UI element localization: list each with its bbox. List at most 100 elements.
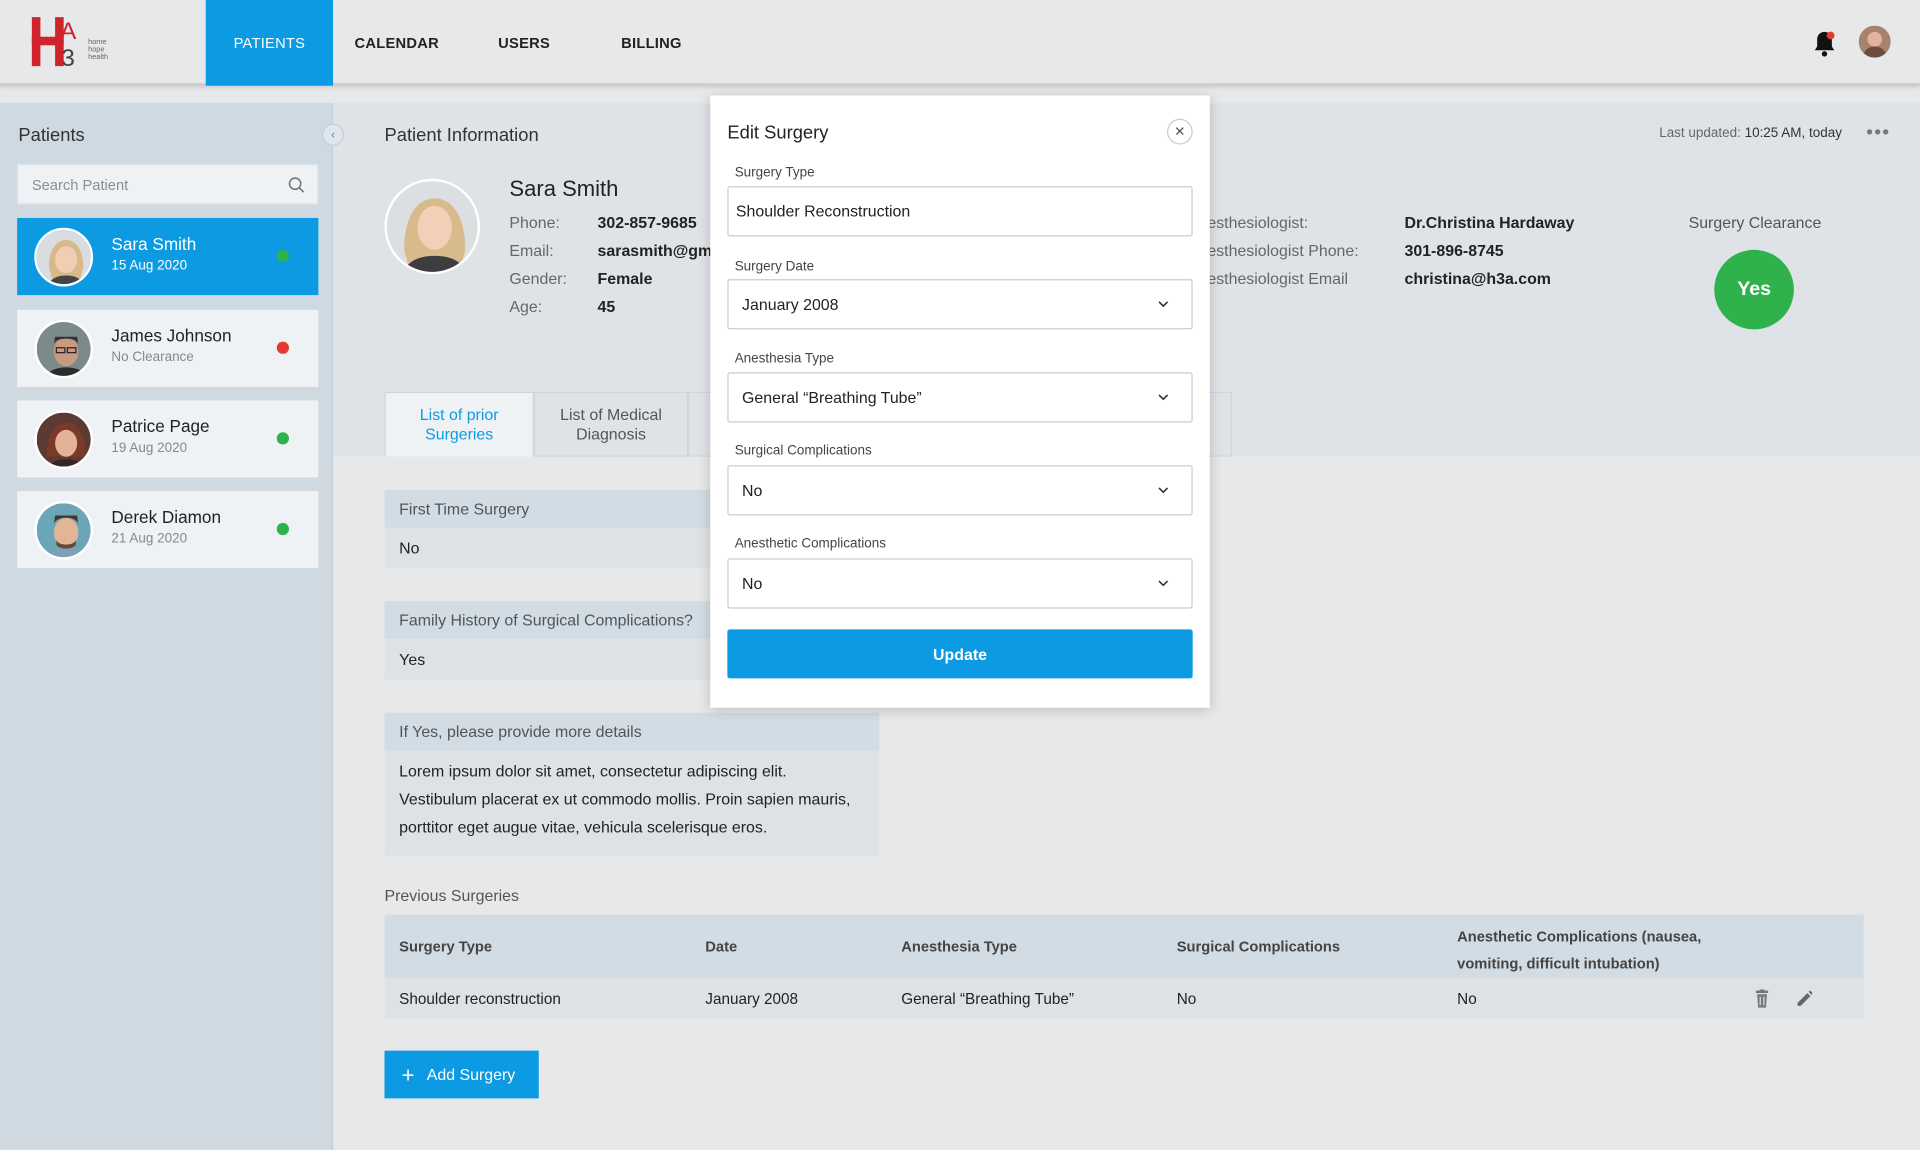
- anesthesiologist-value: Dr.Christina Hardaway: [1404, 213, 1575, 232]
- h3a-logo[interactable]: A 3 home hope health: [29, 12, 127, 72]
- anesthesiologist-phone-label: esthesiologist Phone:: [1207, 241, 1359, 260]
- phone-label: Phone:: [509, 213, 560, 232]
- surgery-type-label: Surgery Type: [734, 165, 815, 181]
- email-label: Email:: [509, 241, 554, 260]
- patient-date: 15 Aug 2020: [111, 258, 188, 274]
- cell-surgery-type: Shoulder reconstruction: [399, 990, 561, 1008]
- page-title: Patient Information: [384, 124, 539, 146]
- search-input[interactable]: Search Patient: [17, 164, 319, 205]
- cell-surgical-complications: No: [1176, 990, 1197, 1008]
- update-button[interactable]: Update: [727, 629, 1193, 679]
- surgery-clearance-badge: Yes: [1714, 249, 1794, 330]
- anesthetic-complications-select[interactable]: No: [727, 558, 1193, 609]
- surgery-date-value: January 2008: [742, 295, 839, 314]
- plus-icon: +: [401, 1062, 415, 1087]
- edit-surgery-modal: Edit Surgery ✕ Surgery Type Shoulder Rec…: [710, 95, 1210, 708]
- svg-text:A: A: [60, 18, 77, 45]
- anesthesia-type-select[interactable]: General “Breathing Tube”: [727, 372, 1193, 423]
- nav-users[interactable]: USERS: [460, 0, 587, 86]
- previous-surgeries-title: Previous Surgeries: [384, 886, 519, 905]
- chevron-down-icon: [1158, 301, 1169, 308]
- last-updated-label: Last updated:: [1659, 126, 1741, 141]
- chevron-down-icon: [1158, 580, 1169, 587]
- anesthesia-type-label: Anesthesia Type: [734, 351, 835, 367]
- tab-prior-surgeries[interactable]: List of prior Surgeries: [384, 391, 534, 457]
- surgical-complications-value: No: [742, 481, 763, 500]
- edit-pencil-icon[interactable]: [1795, 989, 1813, 1007]
- table-row: Shoulder reconstruction January 2008 Gen…: [384, 978, 1864, 1019]
- close-icon[interactable]: ✕: [1166, 118, 1193, 145]
- patient-date: 19 Aug 2020: [111, 440, 188, 456]
- email-value: sarasmith@gma: [597, 241, 722, 260]
- search-icon[interactable]: [288, 176, 305, 193]
- user-avatar[interactable]: [1858, 25, 1891, 58]
- sidebar-title: Patients: [18, 124, 85, 146]
- svg-text:3: 3: [61, 45, 75, 71]
- cell-anesthesia-type: General “Breathing Tube”: [901, 990, 1074, 1008]
- nav-billing[interactable]: BILLING: [588, 0, 715, 86]
- svg-text:health: health: [88, 52, 108, 61]
- col-surgical-complications: Surgical Complications: [1176, 937, 1341, 956]
- patient-name: Sara Smith: [111, 233, 197, 254]
- patient-date: 21 Aug 2020: [111, 531, 188, 547]
- chevron-down-icon: [1158, 487, 1169, 494]
- add-surgery-label: Add Surgery: [426, 1065, 516, 1084]
- anesthesia-type-value: General “Breathing Tube”: [742, 388, 922, 407]
- patient-card-sara-smith[interactable]: Sara Smith 15 Aug 2020: [17, 217, 319, 296]
- status-dot: [276, 341, 289, 354]
- patients-sidebar: Patients Search Patient Sara Smith 15 Au…: [0, 102, 334, 1150]
- top-nav: A 3 home hope health PATIENTS CALENDAR U…: [0, 0, 1920, 86]
- gender-value: Female: [597, 269, 653, 288]
- patient-photo: [384, 178, 481, 275]
- status-dot: [276, 522, 289, 536]
- gender-label: Gender:: [509, 269, 567, 288]
- surgical-complications-select[interactable]: No: [727, 465, 1193, 516]
- patient-card-patrice-page[interactable]: Patrice Page 19 Aug 2020: [17, 400, 319, 478]
- delete-trash-icon[interactable]: [1753, 989, 1770, 1008]
- col-anesthetic-complications: Anesthetic Complications (nausea, vomiti…: [1457, 928, 1702, 973]
- tab-medical-diagnosis[interactable]: List of Medical Diagnosis: [533, 391, 689, 457]
- age-value: 45: [597, 297, 616, 316]
- app-root: A 3 home hope health PATIENTS CALENDAR U…: [0, 0, 1920, 1150]
- phone-value: 302-857-9685: [597, 213, 697, 232]
- patient-name-heading: Sara Smith: [509, 176, 619, 201]
- patient-avatar: [34, 500, 94, 560]
- patient-card-james-johnson[interactable]: James Johnson No Clearance: [17, 309, 319, 387]
- surgery-type-input[interactable]: Shoulder Reconstruction: [727, 186, 1193, 237]
- status-dot: [276, 432, 289, 445]
- add-surgery-button[interactable]: + Add Surgery: [384, 1050, 539, 1099]
- nav-patients[interactable]: PATIENTS: [205, 0, 334, 86]
- patient-name: James Johnson: [111, 325, 232, 346]
- nav-calendar[interactable]: CALENDAR: [333, 0, 460, 86]
- collapse-sidebar-chevron-left-icon[interactable]: ‹: [322, 123, 345, 146]
- chevron-down-icon: [1158, 394, 1169, 401]
- notification-bell-icon[interactable]: [1812, 29, 1836, 58]
- age-label: Age:: [509, 297, 543, 316]
- details-label: If Yes, please provide more details: [384, 712, 880, 751]
- patient-avatar: [34, 319, 94, 379]
- anesthetic-complications-value: No: [742, 574, 763, 593]
- cell-anesthetic-complications: No: [1457, 990, 1477, 1008]
- details-value: Lorem ipsum dolor sit amet, consectetur …: [384, 750, 880, 856]
- patient-avatar: [34, 227, 94, 287]
- search-placeholder: Search Patient: [31, 175, 129, 193]
- last-updated-value: 10:25 AM, today: [1744, 126, 1842, 141]
- cell-date: January 2008: [705, 990, 799, 1008]
- surgery-date-select[interactable]: January 2008: [727, 279, 1193, 330]
- surgery-date-label: Surgery Date: [734, 259, 815, 275]
- patient-card-derek-diamon[interactable]: Derek Diamon 21 Aug 2020: [17, 491, 319, 569]
- status-dot: [276, 249, 289, 263]
- surgical-complications-label: Surgical Complications: [734, 443, 872, 458]
- surgery-clearance-label: Surgery Clearance: [1688, 213, 1822, 232]
- surgeries-table-header: Surgery Type Date Anesthesia Type Surgic…: [384, 914, 1864, 979]
- modal-title: Edit Surgery: [727, 122, 829, 144]
- patient-name: Derek Diamon: [111, 506, 222, 527]
- col-surgery-type: Surgery Type: [399, 937, 493, 956]
- col-date: Date: [705, 937, 738, 956]
- patient-avatar: [34, 410, 94, 469]
- col-anesthesia-type: Anesthesia Type: [901, 937, 1017, 956]
- more-options-icon[interactable]: •••: [1866, 122, 1890, 144]
- patient-clearance: No Clearance: [111, 350, 194, 365]
- anesthesiologist-email-value: christina@h3a.com: [1404, 269, 1551, 288]
- patient-name: Patrice Page: [111, 416, 210, 436]
